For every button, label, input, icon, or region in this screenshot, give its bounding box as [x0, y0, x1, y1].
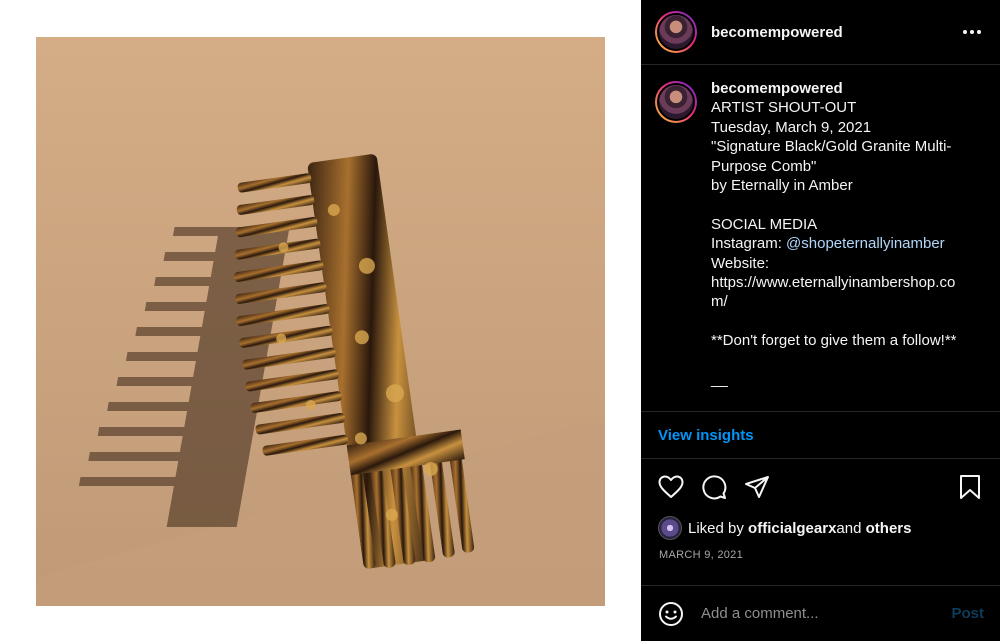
author-avatar[interactable]: [655, 11, 697, 53]
comment-input[interactable]: [701, 605, 952, 622]
post-date: MARCH 9, 2021: [659, 549, 743, 561]
action-bar: [641, 461, 1000, 513]
caption-username[interactable]: becomempowered: [711, 79, 969, 98]
likes-summary: Liked by officialgearx and others: [641, 513, 1000, 543]
instagram-line: Instagram: @shopeternallyinamber: [711, 234, 969, 253]
view-insights-row: View insights: [641, 412, 1000, 459]
caption-line: by Eternally in Amber: [711, 177, 853, 195]
author-username[interactable]: becomempowered: [711, 24, 843, 41]
post-photo[interactable]: [36, 37, 605, 606]
liker-avatar[interactable]: [658, 516, 682, 540]
comment-bubble-icon[interactable]: [700, 473, 728, 501]
emoji-smiley-icon[interactable]: [657, 600, 685, 628]
caption-divider: __: [711, 371, 728, 389]
post-sidebar: becomempowered becomempowered ARTIST SHO…: [641, 0, 1000, 641]
comb-illustration: [36, 37, 605, 606]
likes-prefix: Liked by: [688, 519, 744, 537]
likes-others-link[interactable]: others: [866, 520, 912, 537]
caption-line: SOCIAL MEDIA: [711, 215, 818, 233]
caption-line: Tuesday, March 9, 2021: [711, 118, 872, 136]
instagram-label: Instagram:: [711, 235, 787, 253]
website-url-line: m/: [711, 293, 728, 311]
caption-text: becomempowered ARTIST SHOUT-OUT Tuesday,…: [711, 79, 969, 411]
caption-line: [711, 195, 969, 214]
share-send-icon[interactable]: [743, 473, 771, 501]
website-url-line: https://www.eternallyinambershop.co: [711, 274, 956, 292]
view-insights-link[interactable]: View insights: [658, 427, 754, 444]
liker-username[interactable]: officialgearx: [748, 520, 836, 537]
avatar-image: [657, 83, 695, 121]
follow-reminder: **Don't forget to give them a follow!**: [711, 332, 957, 350]
more-options-icon[interactable]: [960, 20, 984, 44]
website-label: Website:: [711, 254, 770, 272]
post-header: becomempowered: [641, 0, 1000, 65]
media-pane: [0, 0, 641, 641]
caption-line: ARTIST SHOUT-OUT: [711, 99, 857, 117]
comment-bar: Post: [641, 585, 1000, 641]
caption-line: Purpose Comb": [711, 157, 817, 175]
caption-line: "Signature Black/Gold Granite Multi-: [711, 138, 952, 156]
likes-middle: and: [836, 519, 862, 537]
caption: becomempowered ARTIST SHOUT-OUT Tuesday,…: [641, 65, 1000, 412]
avatar-image: [657, 13, 695, 51]
like-heart-icon[interactable]: [657, 473, 685, 501]
caption-avatar[interactable]: [655, 81, 697, 123]
bookmark-save-icon[interactable]: [956, 473, 984, 501]
post-comment-button[interactable]: Post: [951, 605, 984, 622]
mention-link[interactable]: @shopeternallyinamber: [786, 235, 945, 252]
